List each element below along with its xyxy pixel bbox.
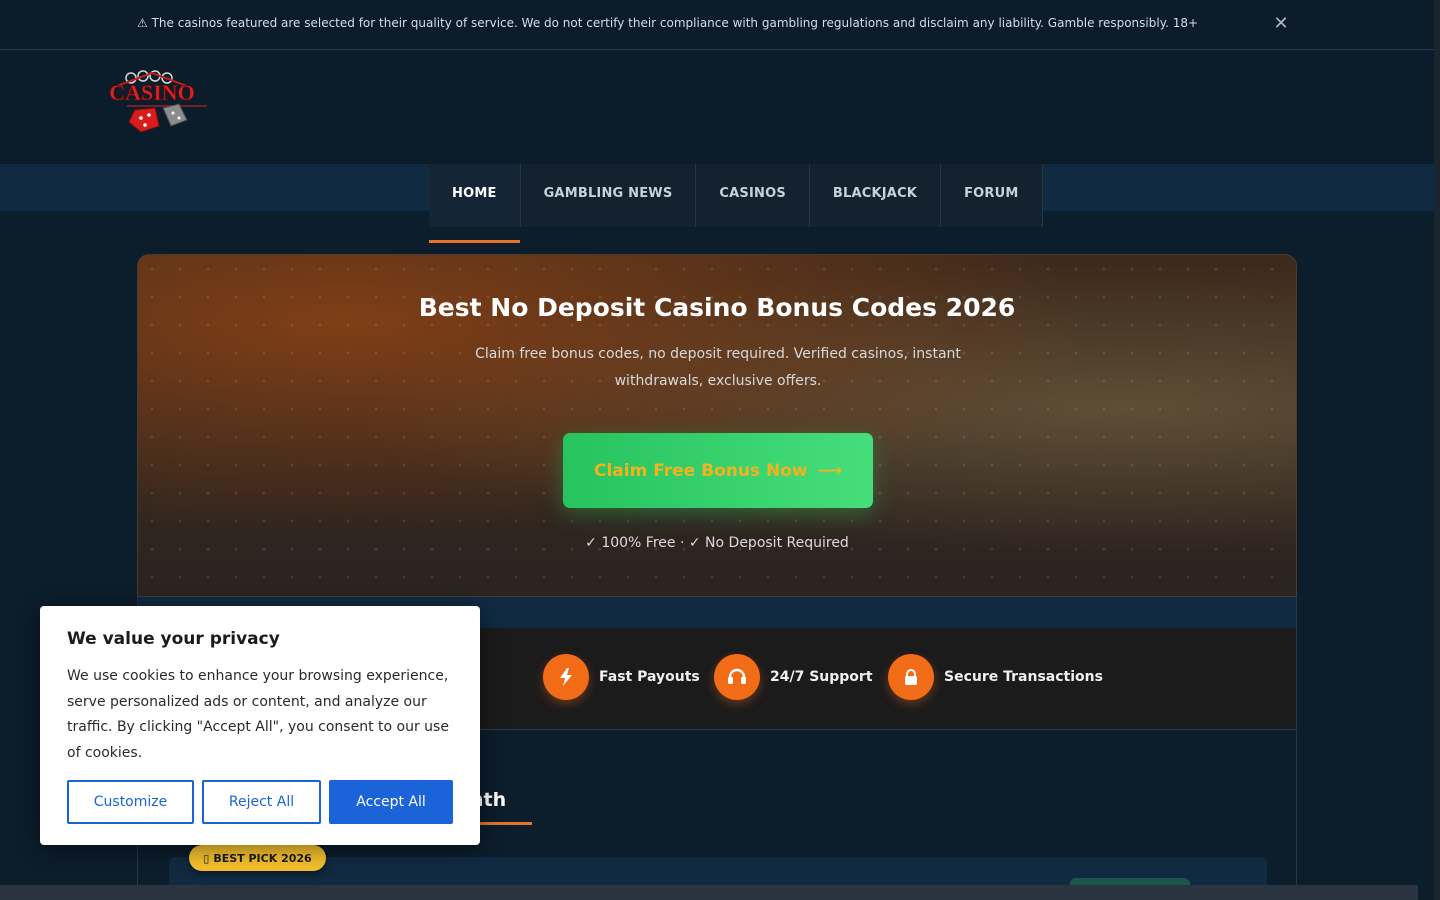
main-nav: HOME GAMBLING NEWS CASINOS BLACKJACK FOR… bbox=[0, 164, 1434, 243]
disclaimer-bar: ⚠ The casinos featured are selected for … bbox=[0, 0, 1434, 50]
headset-icon bbox=[714, 654, 760, 700]
logo-text: CASINO bbox=[109, 80, 195, 105]
nav-item-home[interactable]: HOME bbox=[429, 164, 521, 243]
site-header: CASINO bbox=[0, 51, 1434, 164]
cookie-consent-dialog: We value your privacy We use cookies to … bbox=[40, 606, 480, 845]
customize-button[interactable]: Customize bbox=[67, 780, 194, 824]
horizontal-scrollbar[interactable] bbox=[0, 885, 1418, 900]
feature-fast-payouts: Fast Payouts bbox=[543, 654, 700, 700]
hero-title: Best No Deposit Casino Bonus Codes 2026 bbox=[418, 293, 1016, 322]
arrow-right-icon: ⟶ bbox=[817, 460, 842, 481]
bolt-icon bbox=[543, 654, 589, 700]
hero-note: ✓ 100% Free · ✓ No Deposit Required bbox=[585, 535, 849, 551]
hero-subtitle: Claim free bonus codes, no deposit requi… bbox=[475, 346, 961, 389]
lock-icon bbox=[888, 654, 934, 700]
claim-bonus-label: Claim Free Bonus Now bbox=[594, 460, 808, 481]
nav-item-casinos[interactable]: CASINOS bbox=[696, 164, 810, 227]
vertical-scrollbar[interactable] bbox=[1434, 0, 1440, 900]
badge-icon: ▯ bbox=[203, 851, 210, 865]
claim-bonus-button[interactable]: Claim Free Bonus Now ⟶ bbox=[563, 433, 873, 508]
disclaimer-text: ⚠ The casinos featured are selected for … bbox=[137, 16, 1199, 30]
feature-label: Fast Payouts bbox=[599, 669, 700, 685]
site-logo[interactable]: CASINO bbox=[97, 68, 207, 138]
nav-item-forum[interactable]: FORUM bbox=[941, 164, 1043, 227]
hero-banner: Best No Deposit Casino Bonus Codes 2026 … bbox=[137, 254, 1297, 597]
nav-item-gambling-news[interactable]: GAMBLING NEWS bbox=[520, 164, 697, 227]
dice-logo-icon: CASINO bbox=[109, 70, 207, 133]
cookie-title: We value your privacy bbox=[67, 629, 280, 649]
feature-support: 24/7 Support bbox=[714, 654, 873, 700]
nav-menu: HOME GAMBLING NEWS CASINOS BLACKJACK FOR… bbox=[429, 164, 1043, 243]
feature-secure: Secure Transactions bbox=[888, 654, 1103, 700]
reject-all-button[interactable]: Reject All bbox=[202, 780, 321, 824]
nav-item-blackjack[interactable]: BLACKJACK bbox=[809, 164, 942, 227]
best-pick-badge: ▯ BEST PICK 2026 bbox=[189, 845, 326, 871]
close-icon[interactable]: ✕ bbox=[1272, 14, 1290, 34]
cookie-text: We use cookies to enhance your browsing … bbox=[67, 668, 449, 761]
badge-label: BEST PICK 2026 bbox=[213, 851, 312, 865]
feature-label: 24/7 Support bbox=[770, 669, 873, 685]
feature-label: Secure Transactions bbox=[944, 669, 1103, 685]
accept-all-button[interactable]: Accept All bbox=[329, 780, 453, 824]
